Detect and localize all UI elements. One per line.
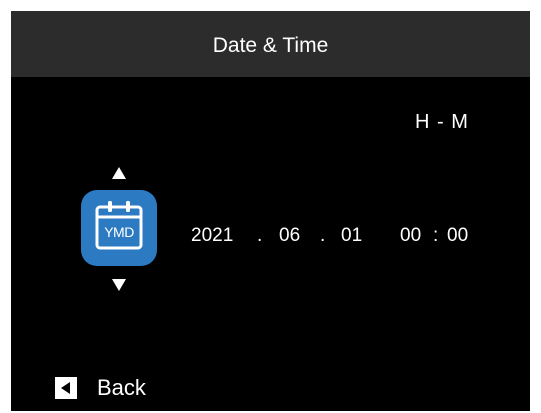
date-time-screen: Date & Time H - M YMD 2021 . 06 . 01 00 … — [11, 11, 530, 411]
header-bar: Date & Time — [11, 11, 530, 77]
page-title: Date & Time — [212, 34, 329, 57]
mode-label: H - M — [415, 111, 469, 133]
ymd-label: YMD — [104, 224, 134, 240]
calendar-icon[interactable]: YMD — [81, 190, 157, 266]
hour-field[interactable]: 00 — [400, 225, 421, 247]
month-field[interactable]: 06 — [279, 225, 300, 247]
back-button[interactable]: Back — [55, 375, 146, 401]
year-field[interactable]: 2021 — [191, 225, 233, 247]
time-separator: : — [433, 225, 439, 246]
minute-field[interactable]: 00 — [447, 225, 468, 247]
down-arrow-icon[interactable] — [112, 279, 126, 291]
day-field[interactable]: 01 — [341, 225, 362, 247]
back-label: Back — [97, 375, 146, 400]
up-arrow-icon[interactable] — [112, 167, 126, 179]
date-separator: . — [320, 225, 326, 246]
date-separator: . — [257, 225, 263, 246]
back-icon — [55, 377, 77, 399]
